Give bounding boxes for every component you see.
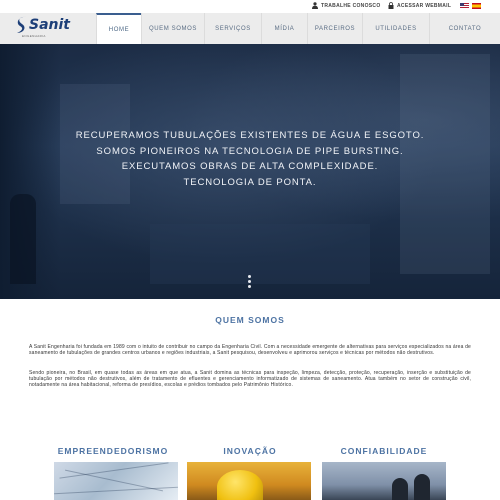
slider-dot[interactable]: [248, 275, 251, 278]
slider-dot[interactable]: [248, 285, 251, 288]
hero-banner: RECUPERAMOS TUBULAÇÕES EXISTENTES DE ÁGU…: [0, 44, 500, 299]
hero-text: RECUPERAMOS TUBULAÇÕES EXISTENTES DE ÁGU…: [0, 128, 500, 190]
us-flag-icon[interactable]: [460, 3, 469, 9]
hero-line: SOMOS PIONEIROS NA TECNOLOGIA DE PIPE BU…: [96, 145, 404, 157]
header: Sanit ENGENHARIA HOME QUEM SOMOS SERVIÇO…: [0, 13, 500, 44]
spain-flag-icon[interactable]: [472, 3, 481, 9]
nav-item-parceiros[interactable]: PARCEIROS: [307, 13, 362, 44]
nav-item-contato[interactable]: CONTATO: [429, 13, 500, 44]
nav-item-quem-somos[interactable]: QUEM SOMOS: [141, 13, 204, 44]
about-paragraph: A Sanit Engenharia foi fundada em 1989 c…: [29, 344, 471, 356]
lock-icon: [388, 2, 394, 9]
pillar-title-inovacao[interactable]: INOVAÇÃO: [188, 446, 312, 456]
work-with-us-label: TRABALHE CONOSCO: [321, 2, 381, 9]
worker-silhouette: [414, 474, 430, 500]
pillar-title-empreendedorismo[interactable]: EMPREENDEDORISMO: [51, 446, 175, 456]
work-with-us-link[interactable]: TRABALHE CONOSCO: [312, 2, 381, 9]
worker-silhouette: [392, 478, 408, 500]
hero-line: RECUPERAMOS TUBULAÇÕES EXISTENTES DE ÁGU…: [75, 130, 425, 141]
logo-subtitle: ENGENHARIA: [22, 34, 46, 38]
hero-background-floor: [150, 224, 370, 284]
hardhat-icon: [217, 470, 263, 500]
nav-item-midia[interactable]: MÍDIA: [261, 13, 307, 44]
webmail-link[interactable]: ACESSAR WEBMAIL: [388, 2, 451, 9]
about-title: QUEM SOMOS: [215, 315, 285, 325]
hero-background-worker: [10, 194, 36, 284]
person-icon: [312, 2, 318, 9]
utility-bar: TRABALHE CONOSCO ACESSAR WEBMAIL: [0, 0, 500, 13]
hero-line: EXECUTAMOS OBRAS DE ALTA COMPLEXIDADE.: [121, 161, 379, 172]
blueprint-image[interactable]: [54, 462, 178, 500]
main-nav: HOME QUEM SOMOS SERVIÇOS MÍDIA PARCEIROS…: [96, 13, 500, 44]
slider-dot[interactable]: [248, 280, 251, 283]
pillar-title-confiabilidade[interactable]: CONFIABILIDADE: [322, 446, 446, 456]
nav-item-servicos[interactable]: SERVIÇOS: [204, 13, 261, 44]
logo-swirl-icon: [17, 16, 26, 33]
nav-item-home[interactable]: HOME: [96, 13, 141, 44]
hardhat-image[interactable]: [187, 462, 311, 500]
nav-item-utilidades[interactable]: UTILIDADES: [362, 13, 429, 44]
workers-image[interactable]: [322, 462, 446, 500]
slider-dots: [248, 275, 252, 288]
logo-text: Sanit: [29, 17, 70, 33]
webmail-label: ACESSAR WEBMAIL: [397, 2, 452, 9]
hero-line: TECNOLOGIA DE PONTA.: [183, 176, 317, 188]
sanit-logo[interactable]: Sanit: [16, 15, 70, 35]
about-paragraph: Sendo pioneira, no Brasil, em quase toda…: [29, 370, 471, 388]
